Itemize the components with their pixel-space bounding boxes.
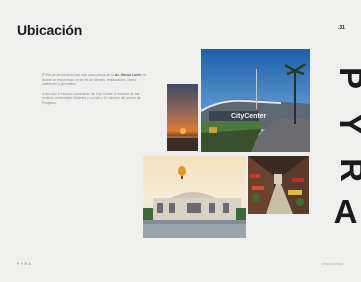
footer-brand: PYRA — [17, 262, 33, 266]
paragraph-1-highlight: Av. García Lavín — [114, 73, 141, 77]
document-page: Ubicación .31 PYRA se encuentra a tan so… — [0, 0, 361, 282]
pyra-vertical-logo: P Y R A — [330, 55, 361, 228]
balloon-plaza-photo — [143, 156, 246, 238]
location-description: PYRA se encuentra a tan solo unos pasos … — [42, 73, 146, 111]
paragraph-1: PYRA se encuentra a tan solo unos pasos … — [42, 73, 146, 87]
sunset-photo — [167, 84, 198, 151]
city-center-photo: CityCenter — [201, 49, 310, 152]
page-title: Ubicación — [17, 22, 83, 38]
svg-text:CityCenter: CityCenter — [231, 113, 267, 120]
page-number: .31 — [338, 25, 345, 31]
paragraph-1-start: PYRA se encuentra a tan solo unos pasos … — [42, 73, 115, 77]
logo-letter-p: P — [322, 67, 361, 89]
logo-letter-a: A — [333, 193, 358, 230]
restaurant-street-photo — [248, 156, 309, 214]
logo-letter-r: R — [323, 158, 361, 182]
paragraph-2: A tan solo 5 minutos caminando de City C… — [42, 91, 141, 105]
footer-url: PYRA.MX/2019 — [321, 262, 343, 266]
logo-letter-y: Y — [322, 113, 361, 135]
